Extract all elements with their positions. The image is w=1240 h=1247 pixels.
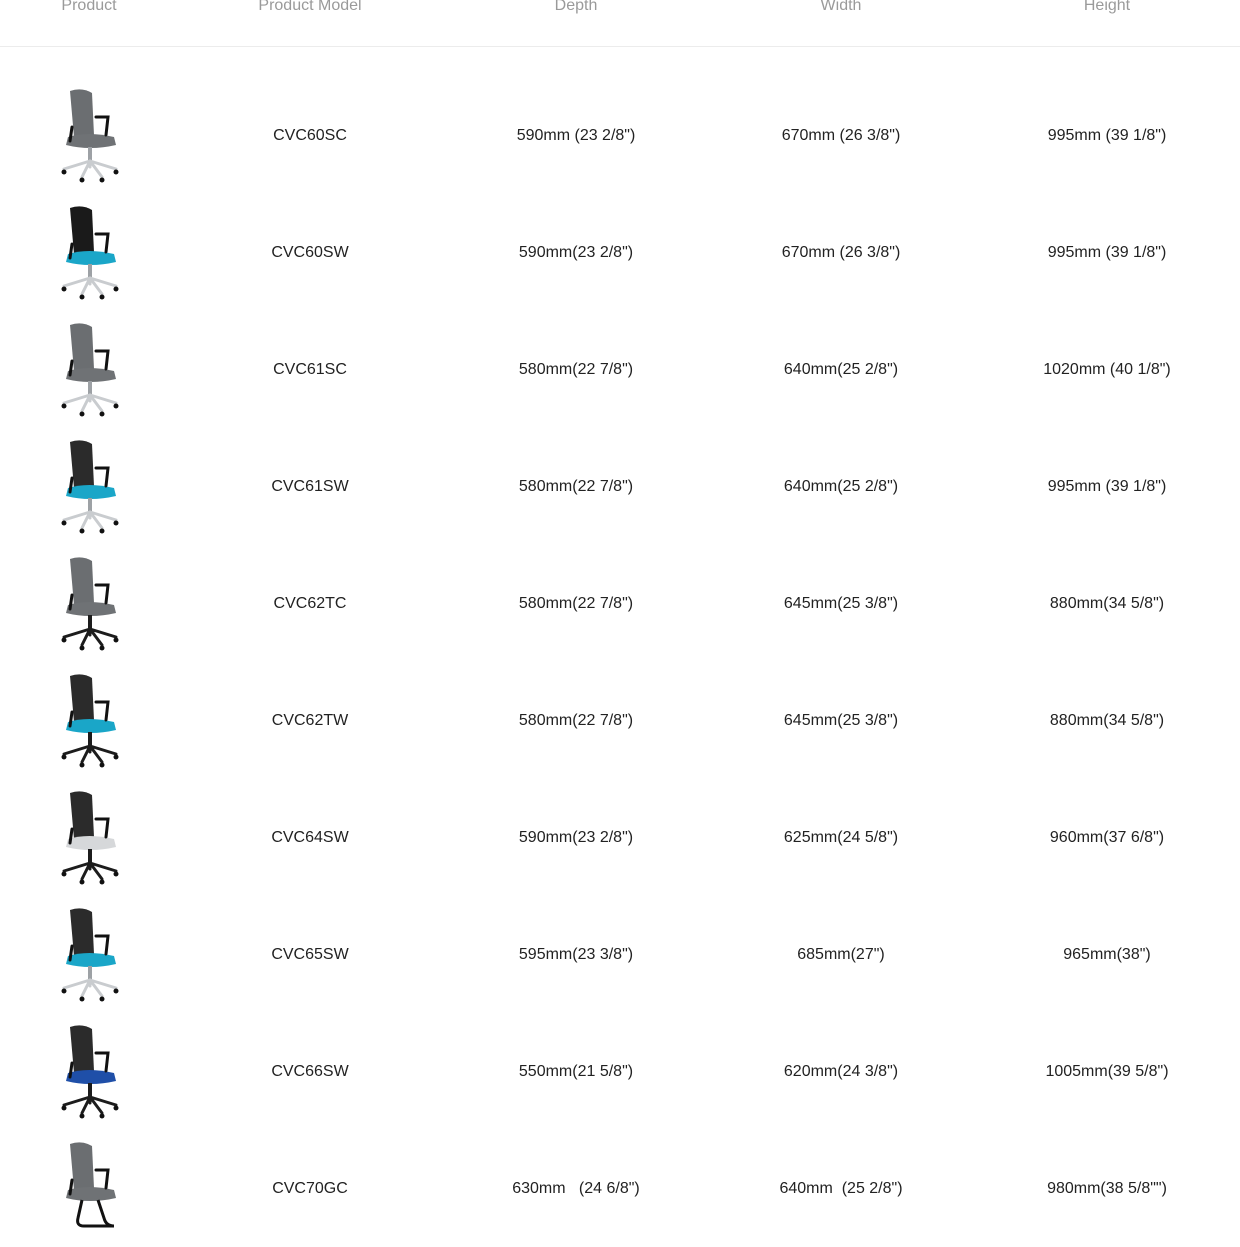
depth-cell: 550mm(21 5/8"): [518, 1063, 634, 1080]
depth-cell: 580mm(22 7/8"): [518, 595, 634, 612]
table-row: CVC61SC 580mm(22 7/8") 640mm(25 2/8") 1020m…: [0, 311, 1240, 428]
depth-cell: 595mm(23 3/8"): [518, 946, 634, 963]
height-cell: 880mm(34 5/8"): [1049, 595, 1165, 612]
table-row: CVC65SW 595mm(23 3/8") 685mm(27") 965mm(38"…: [0, 896, 1240, 1013]
office-chair-image[interactable]: [52, 789, 128, 887]
product-model-cell: CVC64SW: [271, 829, 349, 846]
width-cell: 640mm (25 2/8"): [779, 1180, 903, 1197]
table-row: CVC64SW 590mm(23 2/8") 625mm(24 5/8") 960mm…: [0, 779, 1240, 896]
header-product: Product: [61, 0, 117, 14]
office-chair-image[interactable]: [52, 87, 128, 185]
header-height: Height: [1083, 0, 1131, 14]
product-model-cell: CVC66SW: [271, 1063, 349, 1080]
height-cell: 960mm(37 6/8"): [1049, 829, 1165, 846]
depth-cell: 580mm(22 7/8"): [518, 361, 634, 378]
height-cell: 980mm(38 5/8""): [1047, 1180, 1167, 1197]
width-cell: 640mm(25 2/8"): [783, 361, 899, 378]
height-cell: 995mm (39 1/8"): [1047, 127, 1167, 144]
width-cell: 640mm(25 2/8"): [783, 478, 899, 495]
width-cell: 645mm(25 3/8"): [783, 712, 899, 729]
width-cell: 645mm(25 3/8"): [783, 595, 899, 612]
table-row: CVC62TC 580mm(22 7/8") 645mm(25 3/8") 880mm…: [0, 545, 1240, 662]
width-cell: 685mm(27"): [797, 946, 885, 963]
depth-cell: 580mm(22 7/8"): [518, 712, 634, 729]
office-chair-image[interactable]: [52, 672, 128, 770]
height-cell: 1005mm(39 5/8"): [1045, 1063, 1169, 1080]
depth-cell: 630mm (24 6/8"): [512, 1180, 640, 1197]
depth-cell: 590mm(23 2/8"): [518, 829, 634, 846]
depth-cell: 590mm(23 2/8"): [518, 244, 634, 261]
office-chair-image[interactable]: [52, 204, 128, 302]
product-model-cell: CVC60SW: [271, 244, 349, 261]
table-row: CVC61SW 580mm(22 7/8") 640mm(25 2/8") 995mm…: [0, 428, 1240, 545]
product-model-cell: CVC62TW: [271, 712, 349, 729]
height-cell: 965mm(38"): [1063, 946, 1151, 963]
office-chair-image[interactable]: [52, 438, 128, 536]
table-row: CVC60SC 590mm (23 2/8") 670mm (26 3/8") 995…: [0, 77, 1240, 194]
width-cell: 625mm(24 5/8"): [783, 829, 899, 846]
product-model-cell: CVC70GC: [272, 1180, 348, 1197]
product-model-cell: CVC62TC: [273, 595, 347, 612]
office-chair-image[interactable]: [52, 906, 128, 1004]
header-depth: Depth: [554, 0, 598, 14]
height-cell: 995mm (39 1/8"): [1047, 478, 1167, 495]
width-cell: 620mm(24 3/8"): [783, 1063, 899, 1080]
height-cell: 880mm(34 5/8"): [1049, 712, 1165, 729]
office-chair-image[interactable]: [52, 1023, 128, 1121]
table-row: CVC66SW 550mm(21 5/8") 620mm(24 3/8") 1005m…: [0, 1013, 1240, 1130]
depth-cell: 590mm (23 2/8"): [516, 127, 636, 144]
office-chair-image[interactable]: [52, 321, 128, 419]
product-model-cell: CVC61SC: [273, 361, 347, 378]
height-cell: 995mm (39 1/8"): [1047, 244, 1167, 261]
header-width: Width: [820, 0, 862, 14]
depth-cell: 580mm(22 7/8"): [518, 478, 634, 495]
office-chair-image[interactable]: [52, 555, 128, 653]
product-model-cell: CVC60SC: [273, 127, 347, 144]
product-model-cell: CVC61SW: [271, 478, 349, 495]
table-row: CVC60SW 590mm(23 2/8") 670mm (26 3/8") 995m…: [0, 194, 1240, 311]
product-model-cell: CVC65SW: [271, 946, 349, 963]
table-row: CVC62TW 580mm(22 7/8") 645mm(25 3/8") 880mm…: [0, 662, 1240, 779]
header-product-model: Product Model: [258, 0, 362, 14]
width-cell: 670mm (26 3/8"): [781, 127, 901, 144]
width-cell: 670mm (26 3/8"): [781, 244, 901, 261]
height-cell: 1020mm (40 1/8"): [1043, 361, 1171, 378]
visitor-chair-image[interactable]: [52, 1140, 128, 1238]
table-row: CVC70GC 630mm (24 6/8") 640mm (25 2/8") 980…: [0, 1130, 1240, 1247]
table-header: Product Product Model Depth Width Height: [0, 0, 1240, 47]
